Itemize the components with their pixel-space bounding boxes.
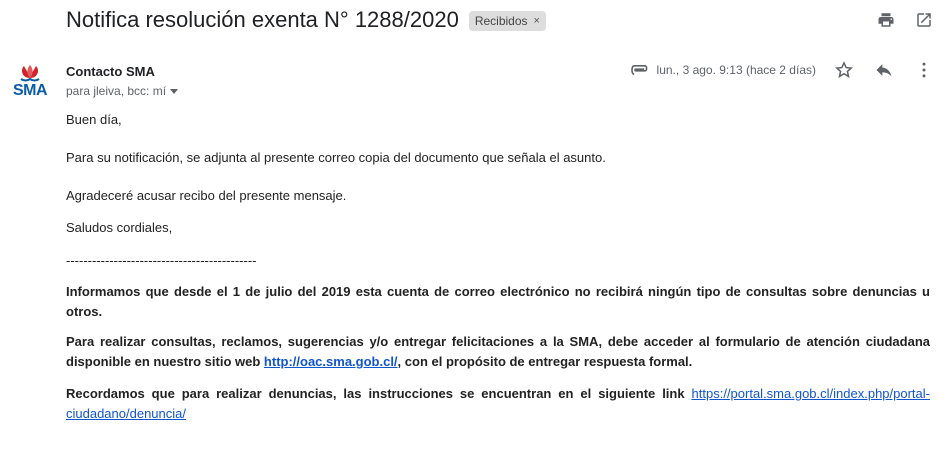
notice-3: Recordamos que para realizar denuncias, … <box>66 384 930 424</box>
notice-1: Informamos que desde el 1 de julio del 2… <box>66 284 930 319</box>
reply-icon[interactable] <box>874 60 894 80</box>
more-vert-icon[interactable] <box>914 60 934 80</box>
oac-link[interactable]: http://oac.sma.gob.cl/ <box>264 354 398 369</box>
recipients-text: para jleiva, bcc: mí <box>66 84 167 98</box>
star-icon[interactable] <box>834 60 854 80</box>
top-toolbar <box>876 10 934 30</box>
chevron-down-icon[interactable] <box>170 88 179 94</box>
recipients[interactable]: para jleiva, bcc: mí <box>66 84 179 98</box>
subject-row: Notifica resolución exenta N° 1288/2020 … <box>66 4 546 36</box>
notice-3-text: Recordamos que para realizar denuncias, … <box>66 386 692 401</box>
sender-avatar: SMA <box>12 62 48 102</box>
sender-name[interactable]: Contacto SMA <box>66 64 155 79</box>
body-line1: Para su notificación, se adjunta al pres… <box>66 150 606 165</box>
paperclip-icon <box>629 61 651 79</box>
label-chip-inbox[interactable]: Recibidos × <box>468 11 546 31</box>
body-closing: Saludos cordiales, <box>66 220 173 235</box>
notice-2-suffix: , con el propósito de entregar respuesta… <box>397 354 693 369</box>
email-subject: Notifica resolución exenta N° 1288/2020 <box>66 7 459 32</box>
avatar-text: SMA <box>12 82 48 99</box>
remove-label-icon[interactable]: × <box>534 15 540 27</box>
print-icon[interactable] <box>876 10 896 30</box>
message-meta: lun., 3 ago. 9:13 (hace 2 días) <box>629 60 934 80</box>
message-date[interactable]: lun., 3 ago. 9:13 (hace 2 días) <box>657 63 816 77</box>
body-separator: ----------------------------------------… <box>66 253 257 268</box>
open-in-new-icon[interactable] <box>914 10 934 30</box>
notice-2: Para realizar consultas, reclamos, suger… <box>66 332 930 372</box>
body-line2: Agradeceré acusar recibo del presente me… <box>66 188 347 203</box>
body-greeting: Buen día, <box>66 112 122 127</box>
label-chip-text: Recibidos <box>474 14 528 28</box>
